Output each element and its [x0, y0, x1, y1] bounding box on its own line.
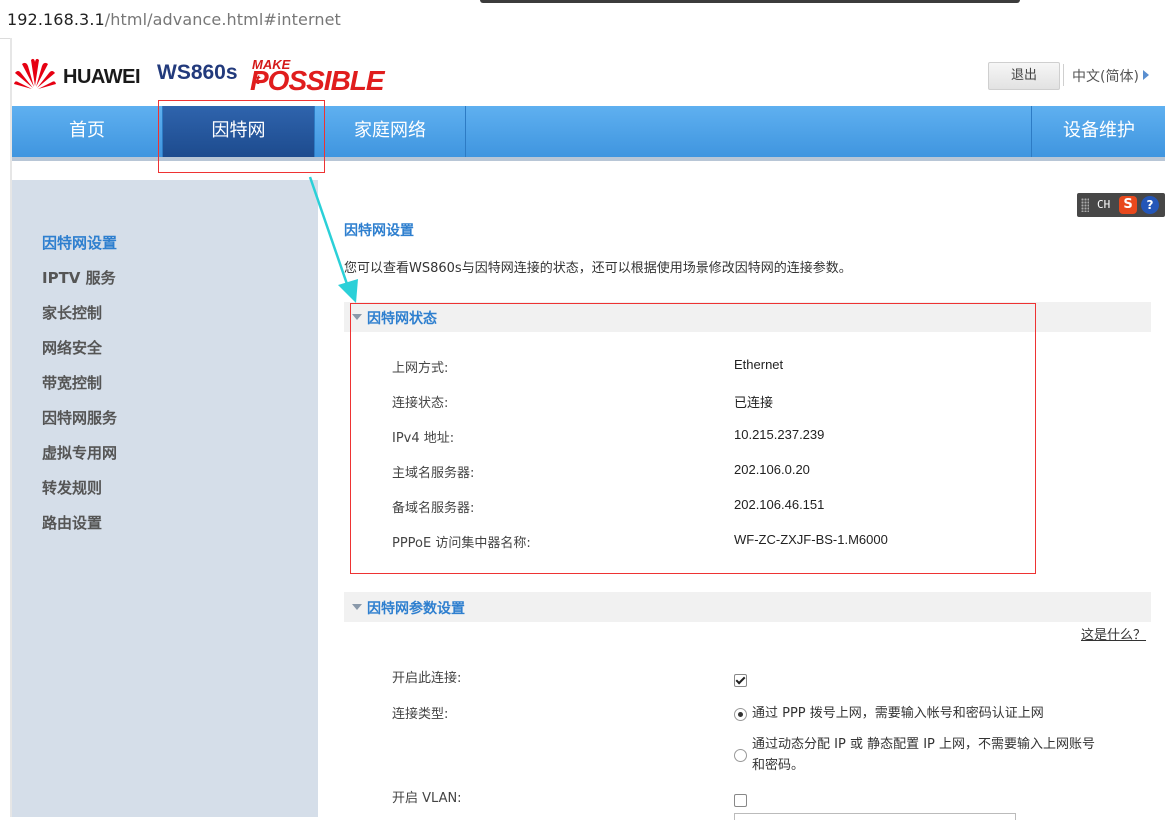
sidebar-item-vpn[interactable]: 虚拟专用网	[42, 442, 117, 463]
conn-type-dhcp-static-radio[interactable]	[734, 749, 747, 762]
sidebar: 因特网设置 IPTV 服务 家长控制 网络安全 带宽控制 因特网服务 虚拟专用网…	[12, 180, 318, 817]
params-section-header[interactable]: 因特网参数设置	[344, 592, 1151, 622]
caret-right-icon	[1142, 70, 1149, 80]
status-label-secondary-dns: 备域名服务器:	[392, 501, 475, 516]
status-label-connection: 连接状态:	[392, 396, 449, 411]
page-description: 您可以查看WS860s与因特网连接的状态，还可以根据使用场景修改因特网的连接参数…	[344, 261, 852, 276]
ime-toolbar[interactable]: CH S ?	[1077, 193, 1165, 217]
header: HUAWEI WS860s MAKE it POSSIBLE 退出 中文(简体)	[12, 38, 1165, 106]
sidebar-item-forwarding[interactable]: 转发规则	[42, 477, 102, 498]
sidebar-item-iptv[interactable]: IPTV 服务	[42, 267, 116, 288]
status-value-pppoe-ac: WF-ZC-ZXJF-BS-1.M6000	[734, 532, 888, 547]
sogou-icon[interactable]: S	[1119, 196, 1137, 214]
caret-down-icon	[352, 604, 362, 610]
language-label: 中文(简体)	[1072, 69, 1139, 85]
sidebar-item-parental-control[interactable]: 家长控制	[42, 302, 102, 323]
huawei-flower-icon	[14, 58, 56, 89]
what-is-this-link[interactable]: 这是什么？	[1081, 624, 1146, 643]
conn-type-dhcp-static-text[interactable]: 通过动态分配 IP 或 静态配置 IP 上网，不需要输入上网账号 和密码。	[752, 734, 1095, 776]
enable-connection-label: 开启此连接:	[392, 671, 462, 686]
url-host: 192.168.3.1	[7, 10, 105, 29]
language-selector[interactable]: 中文(简体)	[1072, 66, 1149, 86]
browser-address-bar[interactable]: 192.168.3.1/html/advance.html#internet	[0, 0, 1165, 39]
status-label-ipv4: IPv4 地址:	[392, 431, 455, 446]
status-label-access-mode: 上网方式:	[392, 361, 449, 376]
conn-type-dhcp-line1: 通过动态分配 IP 或 静态配置 IP 上网，不需要输入上网账号	[752, 737, 1096, 752]
enable-connection-checkbox[interactable]	[734, 674, 747, 687]
status-label-primary-dns: 主域名服务器:	[392, 466, 475, 481]
nav-highlight-box	[158, 100, 325, 173]
conn-type-ppp-text[interactable]: 通过 PPP 拨号上网，需要输入帐号和密码认证上网	[752, 703, 1044, 724]
annotation-arrow-icon	[308, 176, 358, 303]
help-icon[interactable]: ?	[1141, 196, 1159, 214]
params-section-title: 因特网参数设置	[367, 601, 465, 617]
sidebar-item-bandwidth[interactable]: 带宽控制	[42, 372, 102, 393]
model-name: WS860s	[157, 61, 238, 84]
brand-name: HUAWEI	[63, 66, 141, 88]
status-value-secondary-dns: 202.106.46.151	[734, 497, 825, 512]
status-value-access-mode: Ethernet	[734, 357, 784, 372]
browser-tab-edge	[480, 0, 1020, 3]
status-value-primary-dns: 202.106.0.20	[734, 462, 810, 477]
conn-type-ppp-radio[interactable]	[734, 708, 747, 721]
sidebar-item-routing[interactable]: 路由设置	[42, 512, 102, 533]
nav-home[interactable]: 首页	[12, 106, 163, 157]
status-label-pppoe-ac: PPPoE 访问集中器名称:	[392, 536, 531, 551]
url-text[interactable]: 192.168.3.1/html/advance.html#internet	[7, 10, 341, 29]
grip-icon[interactable]	[1081, 198, 1089, 212]
sidebar-item-network-security[interactable]: 网络安全	[42, 337, 102, 358]
slogan-possible: POSSIBLE	[250, 65, 385, 96]
url-path: /html/advance.html#internet	[104, 10, 341, 29]
sidebar-item-internet-services[interactable]: 因特网服务	[42, 407, 117, 428]
connection-type-label: 连接类型:	[392, 707, 449, 722]
sidebar-item-internet-settings[interactable]: 因特网设置	[42, 232, 117, 253]
conn-type-dhcp-line2: 和密码。	[752, 758, 805, 773]
nav-home-network[interactable]: 家庭网络	[315, 106, 466, 157]
nav-device-maintenance[interactable]: 设备维护	[1031, 106, 1165, 157]
vlan-label: 开启 VLAN:	[392, 791, 462, 806]
logout-button[interactable]: 退出	[988, 62, 1060, 90]
ime-ch-label[interactable]: CH	[1097, 198, 1110, 211]
status-value-ipv4: 10.215.237.239	[734, 427, 825, 442]
status-value-connection: 已连接	[734, 396, 774, 411]
language-separator	[1063, 64, 1064, 86]
vlan-checkbox[interactable]	[734, 794, 747, 807]
conn-type-ppp-line1: 通过 PPP 拨号上网，需要输入帐号和密码认证上网	[752, 706, 1044, 721]
